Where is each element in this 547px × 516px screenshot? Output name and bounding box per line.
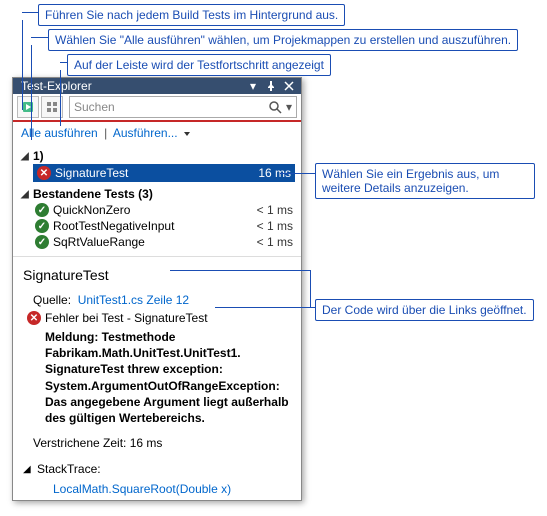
stacktrace-lines: LocalMath.SquareRoot(Double x) UnitTest1… [53, 480, 291, 501]
search-placeholder: Suchen [74, 100, 115, 114]
linkbar: Alle ausführen | Ausführen... [13, 122, 301, 144]
test-row[interactable]: ✓ RootTestNegativeInput < 1 ms [33, 218, 295, 234]
run-link[interactable]: Ausführen... [113, 126, 178, 140]
test-row[interactable]: ✓ QuickNonZero < 1 ms [33, 202, 295, 218]
pass-icon: ✓ [35, 235, 49, 249]
pass-icon: ✓ [35, 203, 49, 217]
dropdown-icon[interactable]: ▾ [245, 78, 261, 94]
source-label: Quelle: [33, 293, 71, 307]
group-label: Bestandene Tests (3) [33, 187, 153, 201]
group-failed[interactable]: ◢ 1) [19, 148, 295, 164]
test-time: < 1 ms [257, 219, 293, 233]
test-row-selected[interactable]: ✕ SignatureTest 16 ms [33, 164, 295, 182]
search-input[interactable]: Suchen ▾ [69, 96, 297, 118]
test-row[interactable]: ✓ SqRtValueRange < 1 ms [33, 234, 295, 250]
message-block: Meldung: Testmethode Fabrikam.Math.UnitT… [45, 329, 291, 426]
run-tests-after-build-button[interactable] [17, 96, 39, 118]
source-link[interactable]: UnitTest1.cs Zeile 12 [78, 293, 189, 307]
pass-icon: ✓ [35, 219, 49, 233]
message-body: Testmethode Fabrikam.Math.UnitTest.UnitT… [45, 330, 289, 425]
expand-icon[interactable]: ◢ [21, 189, 31, 200]
error-row: ✕ Fehler bei Test - SignatureTest [27, 311, 291, 325]
link-separator: | [104, 126, 107, 140]
results-tree: ◢ 1) ✕ SignatureTest 16 ms ◢ Bestandene … [13, 144, 301, 256]
stacktrace-header[interactable]: ◢ StackTrace: [23, 462, 291, 476]
error-text: Fehler bei Test - SignatureTest [45, 311, 208, 325]
stack-frame-link[interactable]: UnitTest1.SignatureTest() [53, 498, 291, 501]
callout-background-tests: Führen Sie nach jedem Build Tests im Hin… [38, 4, 345, 26]
details-pane: SignatureTest Quelle: UnitTest1.cs Zeile… [13, 256, 301, 501]
callout-run-all: Wählen Sie "Alle ausführen" wählen, um P… [48, 29, 518, 51]
fail-icon: ✕ [27, 311, 41, 325]
fail-icon: ✕ [37, 166, 51, 180]
run-all-link[interactable]: Alle ausführen [21, 126, 98, 140]
expand-icon[interactable]: ◢ [21, 151, 31, 162]
expand-icon[interactable]: ◢ [23, 464, 33, 475]
group-label: 1) [33, 149, 44, 163]
chevron-down-icon[interactable] [184, 132, 190, 136]
test-name: SqRtValueRange [53, 235, 145, 249]
stacktrace-label: StackTrace: [37, 462, 101, 476]
search-icon[interactable] [268, 100, 282, 114]
pin-icon[interactable] [263, 78, 279, 94]
stack-frame-link[interactable]: LocalMath.SquareRoot(Double x) [53, 480, 291, 498]
panel-title: Test-Explorer [21, 79, 243, 93]
callout-select-result: Wählen Sie ein Ergebnis aus, um weitere … [315, 163, 535, 199]
callout-progress-bar: Auf der Leiste wird der Testfortschritt … [67, 54, 331, 76]
message-label: Meldung: [45, 330, 98, 344]
close-icon[interactable] [281, 78, 297, 94]
elapsed-time: Verstrichene Zeit: 16 ms [33, 436, 291, 450]
titlebar: Test-Explorer ▾ [13, 78, 301, 94]
search-dropdown-icon[interactable]: ▾ [286, 100, 292, 114]
callout-code-links: Der Code wird über die Links geöffnet. [315, 299, 534, 321]
test-time: < 1 ms [257, 203, 293, 217]
test-time: < 1 ms [257, 235, 293, 249]
test-name: SignatureTest [55, 166, 128, 180]
group-passed[interactable]: ◢ Bestandene Tests (3) [19, 186, 295, 202]
source-row: Quelle: UnitTest1.cs Zeile 12 [33, 293, 291, 307]
test-name: RootTestNegativeInput [53, 219, 174, 233]
test-name: QuickNonZero [53, 203, 130, 217]
test-explorer-panel: Test-Explorer ▾ Suchen ▾ Alle ausführen … [12, 77, 302, 501]
toolbar: Suchen ▾ [13, 94, 301, 122]
